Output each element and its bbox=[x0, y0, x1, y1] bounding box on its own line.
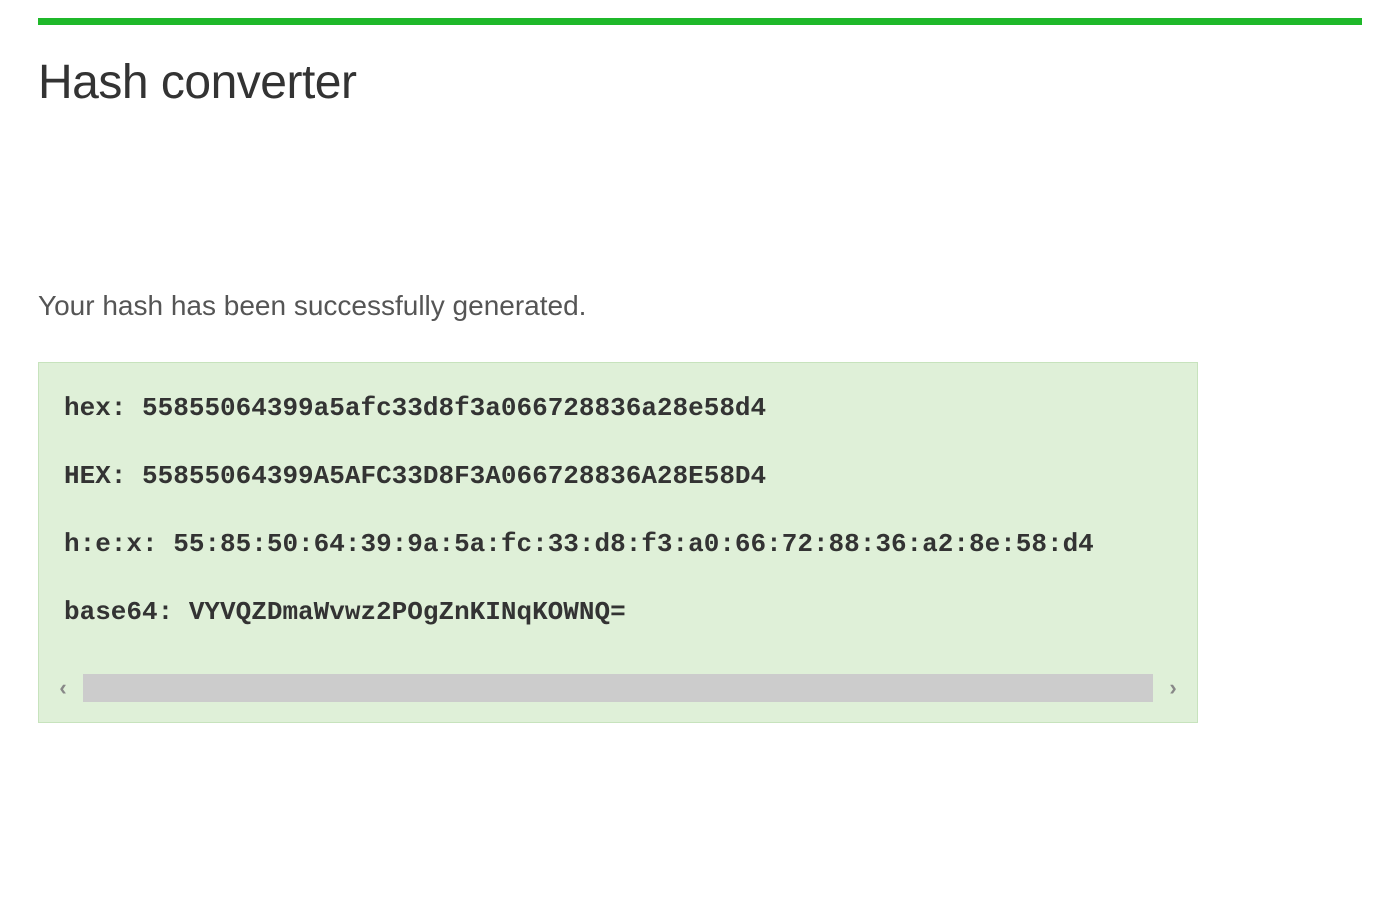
result-value[interactable]: 55855064399a5afc33d8f3a066728836a28e58d4 bbox=[142, 393, 766, 423]
result-value[interactable]: 55:85:50:64:39:9a:5a:fc:33:d8:f3:a0:66:7… bbox=[173, 529, 1094, 559]
result-content: hex: 55855064399a5afc33d8f3a066728836a28… bbox=[39, 393, 1197, 672]
result-line-hex-colon: h:e:x: 55:85:50:64:39:9a:5a:fc:33:d8:f3:… bbox=[64, 529, 1172, 559]
page-title: Hash converter bbox=[38, 55, 1362, 110]
result-label: h:e:x: bbox=[64, 529, 158, 559]
result-value[interactable]: VYVQZDmaWvwz2POgZnKINqKOWNQ= bbox=[189, 597, 626, 627]
top-accent-border bbox=[38, 18, 1362, 25]
result-label: hex: bbox=[64, 393, 126, 423]
result-line-hex: hex: 55855064399a5afc33d8f3a066728836a28… bbox=[64, 393, 1172, 423]
result-label: HEX: bbox=[64, 461, 126, 491]
main-container: Hash converter Your hash has been succes… bbox=[0, 25, 1400, 753]
result-label: base64: bbox=[64, 597, 173, 627]
result-value[interactable]: 55855064399A5AFC33D8F3A066728836A28E58D4 bbox=[142, 461, 766, 491]
horizontal-scrollbar: ‹ › bbox=[47, 672, 1189, 704]
hash-result-box: hex: 55855064399a5afc33d8f3a066728836a28… bbox=[38, 362, 1198, 723]
result-line-base64: base64: VYVQZDmaWvwz2POgZnKINqKOWNQ= bbox=[64, 597, 1172, 627]
status-message: Your hash has been successfully generate… bbox=[38, 290, 1362, 322]
result-line-hex-upper: HEX: 55855064399A5AFC33D8F3A066728836A28… bbox=[64, 461, 1172, 491]
scroll-left-arrow[interactable]: ‹ bbox=[47, 672, 79, 704]
scroll-track[interactable] bbox=[83, 674, 1153, 702]
scroll-right-arrow[interactable]: › bbox=[1157, 672, 1189, 704]
